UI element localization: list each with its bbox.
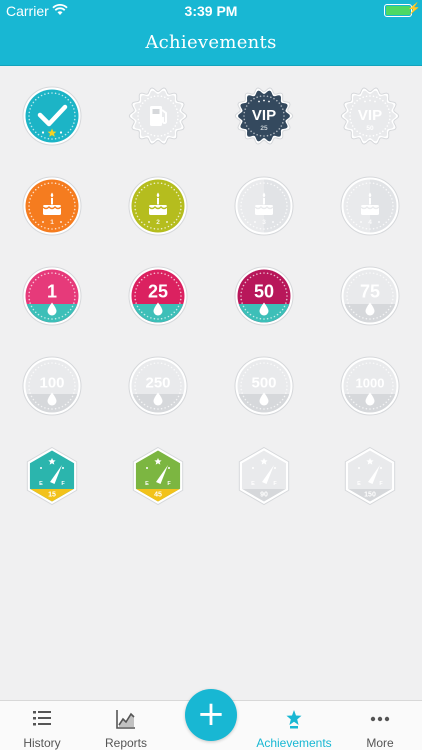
badge-count: 4	[368, 219, 372, 226]
trophy-icon	[286, 710, 302, 729]
badge-count: 25	[260, 125, 268, 132]
achievement-badge[interactable]	[22, 86, 82, 146]
achievement-badge[interactable]: E F 45	[128, 446, 188, 506]
badge-value: 1000	[356, 376, 385, 391]
vip-label: VIP	[252, 107, 276, 124]
badge-value: 250	[145, 375, 170, 392]
badge-value: 100	[39, 375, 64, 392]
badge-count: 50	[366, 125, 374, 132]
tab-reports-label: Reports	[104, 736, 148, 750]
clock-time: 3:39 PM	[184, 3, 238, 19]
vip-label: VIP	[358, 107, 382, 124]
achievement-badge[interactable]: 4	[340, 176, 400, 236]
gauge-empty-mark: E	[251, 481, 255, 487]
add-button[interactable]: +	[185, 689, 237, 741]
achievement-badge[interactable]: E F 90	[234, 446, 294, 506]
badge-count: 3	[262, 219, 266, 226]
badge-value: 75	[360, 282, 380, 302]
chart-icon	[116, 710, 135, 729]
gauge-empty-mark: E	[357, 481, 361, 487]
tab-more-label: More	[366, 736, 394, 750]
achievement-badge[interactable]: 75	[340, 266, 400, 326]
achievement-badge[interactable]: VIP 25	[234, 86, 294, 146]
badge-count: 90	[260, 492, 268, 499]
gauge-empty-mark: E	[39, 481, 43, 487]
achievement-badge[interactable]: 25	[128, 266, 188, 326]
tab-achievements-label: Achievements	[256, 736, 332, 750]
tab-history-label: History	[23, 736, 61, 750]
achievement-badge[interactable]: 50	[234, 266, 294, 326]
achievement-badge[interactable]: 1000	[340, 356, 400, 416]
page-title: Achievements	[145, 32, 277, 53]
achievement-badge[interactable]: E F 150	[340, 446, 400, 506]
badge-count: 150	[364, 492, 376, 499]
navigation-bar: Achievements	[0, 22, 422, 66]
achievement-badge[interactable]: 2	[128, 176, 188, 236]
list-icon	[33, 711, 51, 726]
badge-value: 25	[148, 282, 168, 302]
achievement-badge[interactable]: VIP 50	[340, 86, 400, 146]
tab-history[interactable]: History	[0, 701, 84, 750]
achievement-badge[interactable]: 500	[234, 356, 294, 416]
status-bar: Carrier 3:39 PM ⚡	[0, 0, 422, 22]
charging-icon: ⚡	[407, 3, 421, 15]
achievement-badge[interactable]: 3	[234, 176, 294, 236]
achievement-badge[interactable]: 100	[22, 356, 82, 416]
badge-value: 50	[254, 282, 274, 302]
tab-more[interactable]: More	[338, 701, 422, 750]
achievement-badge[interactable]: E F 15	[22, 446, 82, 506]
achievement-badge[interactable]	[128, 86, 188, 146]
tab-achievements[interactable]: Achievements	[252, 701, 336, 750]
tab-reports[interactable]: Reports	[84, 701, 168, 750]
badge-value: 500	[251, 375, 276, 392]
badge-count: 15	[48, 492, 56, 499]
achievement-badge[interactable]: 250	[128, 356, 188, 416]
gauge-empty-mark: E	[145, 481, 149, 487]
achievement-badge[interactable]: 1	[22, 266, 82, 326]
achievement-badge[interactable]: 1	[22, 176, 82, 236]
badge-count: 45	[154, 492, 162, 499]
badge-value: 1	[47, 282, 57, 302]
badge-count: 2	[156, 219, 160, 226]
badge-count: 1	[50, 219, 54, 226]
more-icon	[370, 716, 390, 722]
